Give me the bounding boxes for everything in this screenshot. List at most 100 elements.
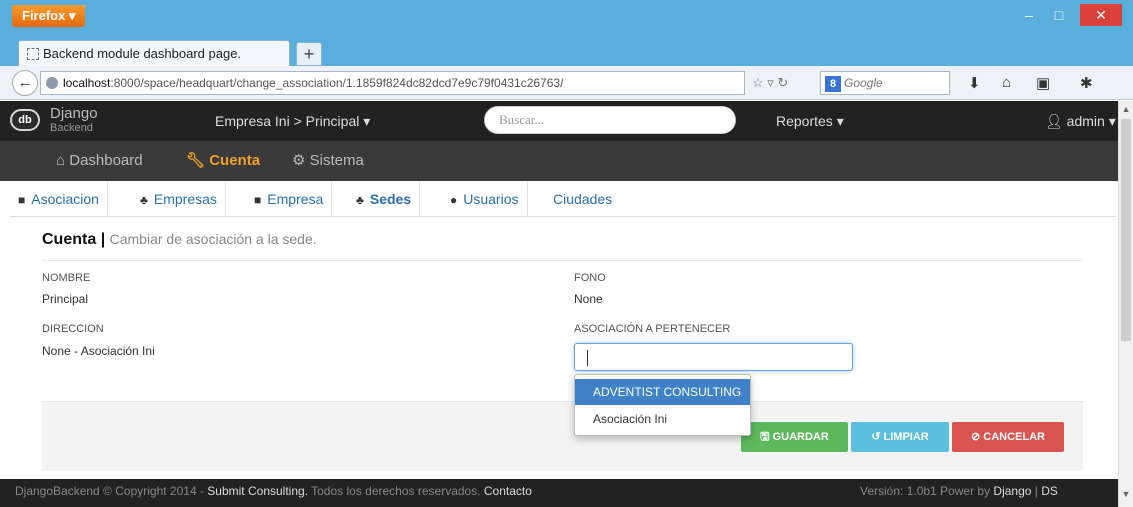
briefcase-icon: ■ [18,193,26,207]
nav-dashboard[interactable]: ⌂ Dashboard [44,141,155,181]
company-selector[interactable]: Empresa Ini > Principal ▾ [215,113,370,130]
minimize-button[interactable]: – [1015,4,1043,26]
browser-search-bar[interactable]: 8 Google [820,71,950,95]
tab-title: Backend module dashboard page. [43,46,242,61]
text-caret [587,350,588,366]
fono-value: None [574,292,603,306]
asociacion-dropdown: ADVENTIST CONSULTING Asociación Ini [574,374,751,436]
footer: DjangoBackend © Copyright 2014 - Submit … [0,479,1118,507]
briefcase-icon: ■ [254,193,262,207]
nav-cuenta[interactable]: 🔧︎ Cuenta [174,141,272,181]
footer-copyright: DjangoBackend © Copyright 2014 - Submit … [15,479,532,503]
footer-django-link[interactable]: Django [993,484,1031,498]
scroll-up-icon[interactable]: ▲ [1121,104,1131,116]
refresh-icon: ↺ [871,431,884,443]
scroll-down-icon[interactable]: ▼ [1121,489,1131,501]
user-icon: ● [450,193,458,207]
reports-menu[interactable]: Reportes ▾ [776,113,844,130]
dropdown-option[interactable]: Asociación Ini [575,406,750,432]
app-logo[interactable]: db [10,109,40,131]
subnav-label: Usuarios [463,191,519,207]
footer-prefix: DjangoBackend © Copyright 2014 - [15,484,208,498]
favicon-icon [27,48,39,60]
page-scrollbar[interactable]: ▲ ▼ [1118,101,1133,507]
panel-title: Cuenta [42,231,97,248]
browser-tab[interactable]: Backend module dashboard page. [18,40,290,67]
sitemap-icon: ♣ [140,193,148,207]
scroll-thumb[interactable] [1121,119,1131,341]
footer-version: Versión: 1.0b1 Power by Django | DS [860,479,1058,503]
wrench-icon: 🔧︎ [186,152,210,169]
page-title: Cuenta | Cambiar de asociación a la sede… [42,231,317,249]
footer-contact-link[interactable]: Contacto [484,484,532,498]
clear-button[interactable]: ↺ LIMPIAR [851,422,949,452]
panel-separator: | [100,231,106,248]
footer-ds-link[interactable]: DS [1041,484,1058,498]
main-nav: ⌂ Dashboard 🔧︎ Cuenta ⚙ Sistema [0,141,1118,181]
home-icon: ⌂ [56,152,70,169]
url-host: localhost [63,76,111,90]
addon-icon[interactable]: ✱ [1080,74,1093,92]
panel-subtitle: Cambiar de asociación a la sede. [109,231,317,247]
maximize-button[interactable]: □ [1045,4,1073,26]
direccion-label: DIRECCION [42,323,104,335]
nombre-value: Principal [42,292,89,306]
direccion-value: None - Asociación Ini [42,344,155,358]
footer-sep: | [1031,484,1042,498]
bookmarks-icon[interactable]: ▣ [1036,74,1050,92]
download-icon[interactable]: ⬇ [968,74,981,92]
search-input[interactable]: Buscar... [484,106,736,134]
app-logo-text: Django Backend [50,105,98,135]
site-identity-icon [46,77,58,89]
tab-bar: Backend module dashboard page. + [0,32,1133,67]
footer-version-text: Versión: 1.0b1 Power by [860,484,994,498]
save-icon: 🖫︎ [760,431,773,443]
url-path: :8000/space/headquart/change_association… [110,76,564,90]
nav-sistema[interactable]: ⚙ Sistema [280,141,376,181]
asociacion-label: ASOCIACIÓN A PERTENECER [574,323,731,335]
logo-sub: Backend [50,122,93,134]
dropdown-option[interactable]: ADVENTIST CONSULTING [575,379,750,405]
logo-name: Django [50,105,98,122]
url-bar-icons[interactable]: ☆ ▿ ↻ [752,75,788,91]
user-menu[interactable]: 👤︎ admin ▾ [1045,113,1116,130]
asociacion-input[interactable] [574,343,853,371]
subnav-usuarios[interactable]: ● Usuarios [442,181,528,217]
cogs-icon: ⚙ [292,152,310,169]
subnav-label: Ciudades [553,191,613,207]
new-tab-button[interactable]: + [296,42,322,66]
url-bar[interactable]: localhost:8000/space/headquart/change_as… [40,71,745,95]
subnav-sedes[interactable]: ♣ Sedes [348,181,421,217]
cancel-label: CANCELAR [983,431,1045,443]
divider [42,260,1082,261]
subnav-empresas[interactable]: ♣ Empresas [132,181,226,217]
fono-label: FONO [574,272,606,284]
footer-rights: Todos los derechos reservados. [308,484,484,498]
app-header: db Django Backend Empresa Ini > Principa… [0,101,1118,141]
sitemap-icon: ♣ [356,193,364,207]
subnav-label: Asociacion [31,191,99,207]
subnav-asociacion[interactable]: ■ Asociacion [10,181,108,217]
firefox-menu-button[interactable]: Firefox ▾ [12,5,86,27]
clear-label: LIMPIAR [883,431,929,443]
home-browser-icon[interactable]: ⌂ [1002,74,1011,91]
back-arrow-icon[interactable]: ← [12,70,38,96]
subnav-label: Empresa [267,191,324,207]
save-button[interactable]: 🖫︎ GUARDAR [741,422,848,452]
nav-label: Cuenta [209,152,261,169]
sub-nav: ■ Asociacion ♣ Empresas ■ Empresa ♣ Sedes ● U… [10,181,1116,217]
nav-label: Dashboard [69,152,143,169]
google-icon: 8 [825,75,841,92]
subnav-label: Sedes [369,191,412,207]
footer-company-link[interactable]: Submit Consulting. [207,484,308,498]
user-icon: 👤︎ [1045,113,1067,129]
nombre-label: NOMBRE [42,272,91,284]
subnav-empresa[interactable]: ■ Empresa [246,181,333,217]
close-window-button[interactable]: ✕ [1080,4,1122,26]
user-menu-label: admin ▾ [1066,113,1116,129]
window-titlebar: Firefox ▾ – □ ✕ [0,0,1133,32]
subnav-label: Empresas [153,191,217,207]
subnav-ciudades[interactable]: Ciudades [545,181,620,217]
cancel-button[interactable]: ⊘ CANCELAR [952,422,1064,452]
browser-navbar: ← localhost:8000/space/headquart/change_… [0,66,1133,100]
